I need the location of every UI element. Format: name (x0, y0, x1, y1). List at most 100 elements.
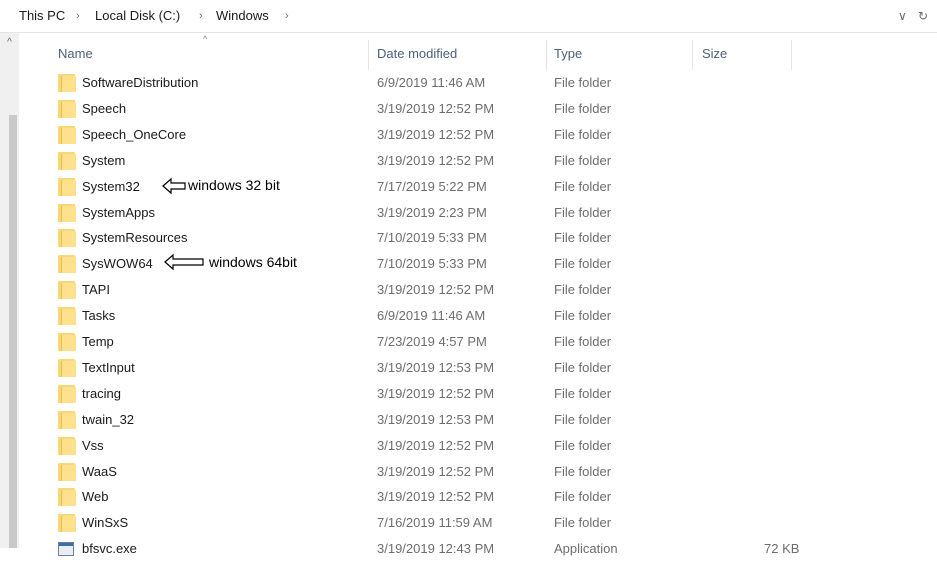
breadcrumb-separator[interactable]: › (199, 0, 203, 32)
date-modified: 7/17/2019 5:22 PM (377, 178, 487, 194)
file-type: File folder (554, 230, 612, 246)
folder-icon (58, 462, 76, 481)
left-arrow-annotation-icon (162, 177, 186, 195)
date-modified: 6/9/2019 11:46 AM (377, 308, 486, 324)
folder-icon (58, 151, 76, 170)
date-modified: 3/19/2019 12:52 PM (377, 100, 495, 116)
folder-icon (58, 74, 76, 92)
file-name: SystemResources (82, 230, 188, 246)
file-row[interactable]: Temp 7/23/2019 4:57 PM File folder (20, 329, 937, 355)
file-row[interactable]: tracing 3/19/2019 12:52 PM File folder (20, 381, 937, 407)
file-name: SystemApps (82, 204, 155, 220)
date-modified: 3/19/2019 12:52 PM (377, 437, 495, 453)
file-name: Speech (82, 100, 127, 116)
file-name: bfsvc.exe (82, 541, 137, 557)
file-row[interactable]: Tasks 6/9/2019 11:46 AM File folder (20, 303, 937, 329)
file-name: Vss (82, 437, 104, 453)
file-row[interactable]: System32 7/17/2019 5:22 PM File folder (20, 174, 937, 200)
column-divider[interactable] (791, 40, 792, 70)
file-name: WaaS (82, 463, 117, 479)
breadcrumb-separator[interactable]: › (285, 0, 289, 32)
file-row[interactable]: twain_32 3/19/2019 12:53 PM File folder (20, 407, 937, 433)
file-name: System32 (82, 178, 140, 194)
file-name: tracing (82, 385, 122, 401)
file-name: WinSxS (82, 515, 129, 531)
folder-icon (58, 281, 76, 300)
column-header-name[interactable]: Name (58, 46, 93, 61)
file-row[interactable]: SysWOW64 7/10/2019 5:33 PM File folder (20, 251, 937, 277)
file-type: File folder (554, 75, 612, 90)
chevron-down-icon[interactable]: ∨ (898, 0, 907, 32)
date-modified: 3/19/2019 12:52 PM (377, 152, 495, 168)
sort-ascending-icon: ^ (203, 34, 208, 44)
date-modified: 7/10/2019 5:33 PM (377, 256, 487, 272)
column-divider[interactable] (368, 40, 369, 70)
breadcrumb-local-disk[interactable]: Local Disk (C:) (95, 0, 180, 32)
file-row[interactable]: SoftwareDistribution 6/9/2019 11:46 AM Fil… (20, 70, 937, 96)
annotation-syswow64: windows 64bit (209, 254, 297, 270)
file-name: SysWOW64 (82, 256, 153, 272)
file-size: 72 KB (764, 541, 800, 557)
breadcrumb-this-pc[interactable]: This PC (19, 0, 65, 32)
file-row[interactable]: WaaS 3/19/2019 12:52 PM File folder (20, 459, 937, 485)
file-row[interactable]: System 3/19/2019 12:52 PM File folder (20, 148, 937, 174)
file-row[interactable]: SystemResources 7/10/2019 5:33 PM File fol… (20, 225, 937, 251)
folder-icon (58, 410, 76, 429)
breadcrumb-separator[interactable]: › (76, 0, 80, 32)
date-modified: 3/19/2019 12:53 PM (377, 359, 495, 375)
date-modified: 3/19/2019 12:52 PM (377, 282, 495, 298)
folder-icon (58, 514, 76, 533)
column-header-type[interactable]: Type (554, 46, 582, 61)
folder-icon (58, 307, 76, 326)
date-modified: 6/9/2019 11:46 AM (377, 75, 486, 90)
file-type: File folder (554, 126, 612, 142)
file-type: File folder (554, 515, 612, 531)
file-name: SoftwareDistribution (82, 75, 199, 90)
column-header-size[interactable]: Size (702, 46, 727, 61)
folder-icon (58, 229, 76, 248)
date-modified: 3/19/2019 12:53 PM (377, 411, 495, 427)
file-row[interactable]: TAPI 3/19/2019 12:52 PM File folder (20, 277, 937, 303)
file-name: Temp (82, 334, 114, 349)
date-modified: 7/23/2019 4:57 PM (377, 334, 487, 349)
file-row[interactable]: Vss 3/19/2019 12:52 PM File folder (20, 433, 937, 459)
scroll-up-arrow-icon[interactable]: ^ (0, 33, 19, 53)
breadcrumb-windows[interactable]: Windows (216, 0, 269, 32)
file-type: File folder (554, 152, 612, 168)
folder-icon (58, 488, 76, 507)
file-type: File folder (554, 411, 612, 427)
file-row[interactable]: Web 3/19/2019 12:52 PM File folder (20, 484, 937, 510)
file-type: File folder (554, 178, 612, 194)
column-divider[interactable] (692, 40, 693, 70)
file-name: Speech_OneCore (82, 126, 187, 142)
file-type: File folder (554, 437, 612, 453)
file-row[interactable]: bfsvc.exe 3/19/2019 12:43 PM Application 72… (20, 536, 937, 562)
folder-icon (58, 333, 76, 351)
date-modified: 7/16/2019 11:59 AM (377, 515, 493, 531)
folder-icon (58, 436, 76, 455)
file-type: File folder (554, 256, 612, 272)
application-icon (58, 542, 74, 557)
file-name: Web (82, 489, 109, 505)
folder-icon (58, 177, 76, 196)
file-type: File folder (554, 489, 612, 505)
folder-icon (58, 384, 76, 403)
file-type: Application (554, 541, 618, 557)
file-row[interactable]: TextInput 3/19/2019 12:53 PM File folder (20, 355, 937, 381)
column-header-date-modified[interactable]: Date modified (377, 46, 457, 61)
file-row[interactable]: Speech 3/19/2019 12:52 PM File folder (20, 96, 937, 122)
refresh-icon[interactable]: ↻ (918, 0, 928, 32)
file-name: System (82, 152, 126, 168)
scrollbar-thumb[interactable] (9, 115, 17, 548)
date-modified: 7/10/2019 5:33 PM (377, 230, 487, 246)
file-type: File folder (554, 359, 612, 375)
address-bar[interactable]: This PC › Local Disk (C:) › Windows › ∨ … (0, 0, 937, 33)
column-divider[interactable] (546, 40, 547, 70)
file-row[interactable]: WinSxS 7/16/2019 11:59 AM File folder (20, 510, 937, 536)
date-modified: 3/19/2019 12:52 PM (377, 385, 495, 401)
date-modified: 3/19/2019 12:52 PM (377, 489, 495, 505)
date-modified: 3/19/2019 12:52 PM (377, 463, 495, 479)
file-row[interactable]: Speech_OneCore 3/19/2019 12:52 PM File fol… (20, 122, 937, 148)
file-name: TAPI (82, 282, 110, 298)
file-row[interactable]: SystemApps 3/19/2019 2:23 PM File folder (20, 200, 937, 226)
